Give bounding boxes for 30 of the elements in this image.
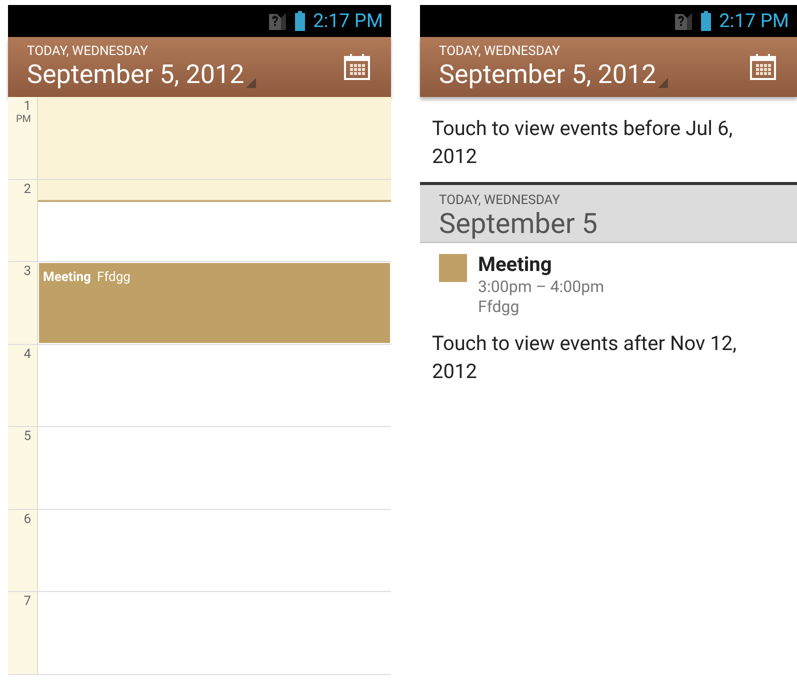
date-dropdown[interactable]: TODAY, WEDNESDAY September 5, 2012 [439, 44, 668, 90]
no-sim-icon [673, 12, 694, 30]
day-title: September 5 [439, 208, 598, 240]
hour-label: 4 [24, 346, 31, 362]
dropdown-corner-icon [246, 78, 256, 88]
no-sim-icon [267, 12, 288, 30]
event-time: 3:00pm – 4:00pm [478, 277, 604, 297]
hour-label: 7 [24, 594, 31, 609]
status-time: 2:17 PM [719, 8, 789, 34]
calendar-icon[interactable] [343, 53, 371, 81]
hour-label: 6 [24, 512, 31, 526]
load-earlier-link[interactable]: Touch to view events before Jul 6, 2012 [420, 100, 797, 182]
event-title: Meeting [478, 251, 553, 277]
hour-label: 2 [24, 182, 31, 196]
status-time: 2:17 PM [313, 8, 383, 34]
event-location: Ffdgg [478, 297, 520, 317]
load-later-link[interactable]: Touch to view events after Nov 12, 2012 [420, 317, 797, 385]
day-subtitle: TODAY, WEDNESDAY [439, 193, 561, 208]
hour-suffix: PM [16, 114, 31, 125]
event-title: Meeting [43, 269, 91, 287]
battery-icon [701, 11, 712, 31]
dropdown-corner-icon [658, 78, 668, 88]
battery-icon [295, 11, 306, 31]
agenda-event[interactable]: Meeting 3:00pm – 4:00pm Ffdgg [420, 243, 797, 317]
event-location: Ffdgg [96, 269, 130, 287]
hour-label: 3 [24, 264, 31, 279]
date-dropdown[interactable]: TODAY, WEDNESDAY September 5, 2012 [27, 44, 256, 90]
calendar-icon[interactable] [749, 53, 777, 81]
hour-label: 5 [24, 429, 31, 444]
hour-label: 1 [24, 99, 31, 114]
